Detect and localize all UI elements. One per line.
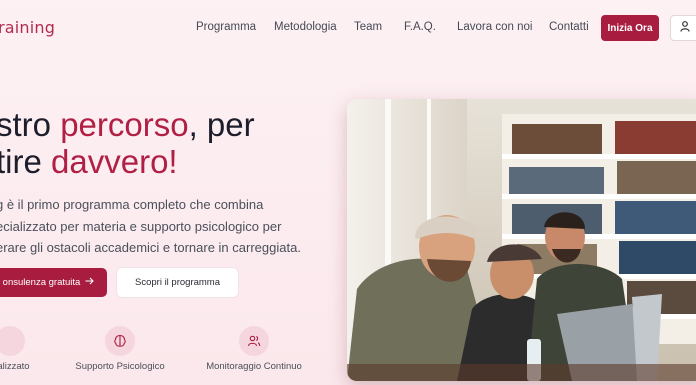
nav-link-lavora-con-noi[interactable]: Lavora con noi xyxy=(457,21,532,33)
button-label: onsulenza gratuita xyxy=(2,277,81,288)
headline-text: tire xyxy=(0,143,52,180)
nav-link-metodologia[interactable]: Metodologia xyxy=(274,21,337,33)
user-button[interactable] xyxy=(670,15,696,41)
top-navigation: raining Programma Metodologia Team F.A.Q… xyxy=(0,0,696,56)
feature-label: Supporto Psicologico xyxy=(75,361,165,372)
start-now-button[interactable]: Inizia Ora xyxy=(601,15,659,41)
headline-text: , per xyxy=(188,106,255,143)
free-consultation-button[interactable]: onsulenza gratuita xyxy=(0,268,107,297)
nav-link-contatti[interactable]: Contatti xyxy=(549,21,589,33)
headline-text: stro xyxy=(0,106,61,143)
hero-subtitle: g è il primo programma completo che comb… xyxy=(0,194,326,259)
arrow-right-icon xyxy=(85,277,95,288)
feature-specialized: cializzato xyxy=(0,326,50,372)
subtitle-line: ecializzato per materia e supporto psico… xyxy=(0,218,282,234)
users-icon xyxy=(239,326,269,356)
book-icon xyxy=(0,326,25,356)
subtitle-line: erare gli ostacoli accademici e tornare … xyxy=(0,240,301,255)
user-icon xyxy=(680,19,690,37)
nav-link-faq[interactable]: F.A.Q. xyxy=(404,21,436,33)
nav-link-programma[interactable]: Programma xyxy=(196,21,256,33)
hero-headline-line-1: stro percorso, per xyxy=(0,105,255,145)
feature-continuous-monitoring: Monitoraggio Continuo xyxy=(204,326,304,372)
feature-label: cializzato xyxy=(0,361,30,372)
subtitle-line: g è il primo programma completo che comb… xyxy=(0,197,264,212)
brain-icon xyxy=(105,326,135,356)
nav-link-team[interactable]: Team xyxy=(354,21,382,33)
brand-logo[interactable]: raining xyxy=(0,18,55,37)
hero-headline-line-2: tire davvero! xyxy=(0,142,178,182)
feature-label: Monitoraggio Continuo xyxy=(206,361,302,372)
hero-photo-students xyxy=(347,99,696,381)
headline-accent: percorso xyxy=(60,106,189,143)
feature-psychological-support: Supporto Psicologico xyxy=(70,326,170,372)
discover-program-button[interactable]: Scopri il programma xyxy=(117,268,238,297)
headline-accent: davvero! xyxy=(51,143,178,180)
